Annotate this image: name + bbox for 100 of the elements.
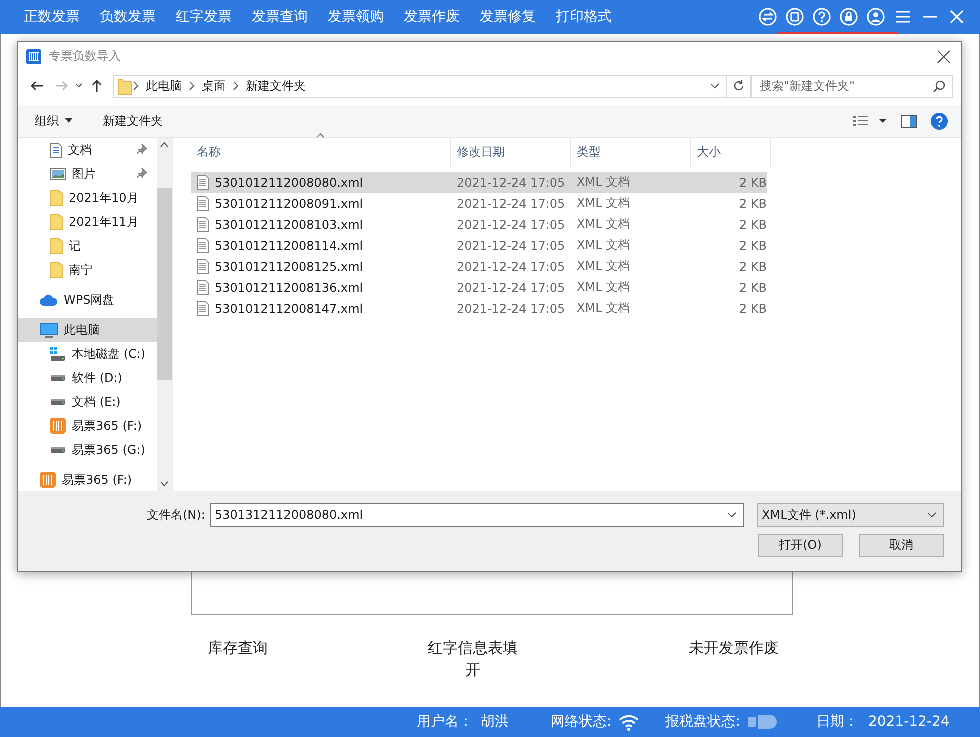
nav-item[interactable]: 本地磁盘 (C:) — [18, 342, 157, 366]
help-icon[interactable] — [813, 8, 831, 26]
file-type: XML 文档 — [576, 279, 632, 296]
chevron-icon — [188, 81, 196, 91]
menu-item[interactable]: 发票修复 — [480, 8, 556, 26]
help-icon[interactable] — [931, 112, 948, 130]
file-size: 2 KB — [738, 280, 767, 294]
view-list-icon[interactable] — [853, 115, 887, 127]
file-name: 5301012112008136.xml — [215, 280, 364, 294]
dropdown-icon[interactable] — [710, 81, 720, 91]
feature-label[interactable]: 库存查询 — [183, 637, 293, 681]
nav-item[interactable]: 易票365 (G:) — [18, 438, 157, 462]
toolbar-button[interactable]: 新建文件夹 — [103, 112, 163, 130]
sort-icon[interactable] — [316, 133, 325, 138]
file-type: XML 文档 — [576, 258, 632, 275]
nav-item[interactable]: 记 — [18, 234, 157, 258]
close-icon[interactable] — [937, 50, 951, 64]
chevron-icon — [132, 81, 140, 91]
folder-icon — [50, 214, 63, 230]
file-row[interactable]: 5301012112008147.xml 2021-12-24 17:05 XML 文档 2 KB — [191, 298, 767, 319]
drive-icon — [50, 398, 66, 406]
breadcrumb[interactable]: 此电脑 — [140, 78, 188, 94]
filename-label: 文件名(N): — [147, 506, 206, 524]
user-icon[interactable] — [867, 8, 885, 26]
filename-field[interactable]: 5301312112008080.xml — [210, 503, 744, 527]
file-row[interactable]: 5301012112008080.xml 2021-12-24 17:05 XML 文档 2 KB — [191, 172, 767, 193]
up-arrow-icon[interactable] — [90, 79, 104, 93]
nav-item[interactable]: 此电脑 — [18, 318, 157, 342]
menu-item[interactable]: 红字发票 — [176, 8, 252, 26]
scrollbar-thumb[interactable] — [157, 188, 172, 380]
search-icon — [933, 80, 946, 92]
feature-label[interactable]: 未开发票作废 — [679, 637, 789, 681]
nav-item[interactable]: 易票365 (F:) — [18, 414, 157, 438]
file-row[interactable]: 5301012112008136.xml 2021-12-24 17:05 XML 文档 2 KB — [191, 277, 767, 298]
pin-icon[interactable] — [137, 168, 147, 179]
column-header[interactable]: 修改日期 — [451, 138, 571, 167]
file-size: 2 KB — [738, 260, 767, 274]
open-button[interactable]: 打开(O) — [758, 534, 843, 557]
file-row[interactable]: 5301012112008103.xml 2021-12-24 17:05 XML 文档 2 KB — [191, 214, 767, 235]
file-row[interactable]: 5301012112008114.xml 2021-12-24 17:05 XML 文档 2 KB — [191, 235, 767, 256]
search-field[interactable]: 搜索"新建文件夹" — [751, 74, 953, 98]
chevron-icon — [232, 81, 240, 91]
close-icon[interactable] — [948, 8, 966, 26]
menu-icon[interactable] — [894, 8, 912, 26]
breadcrumb[interactable]: 新建文件夹 — [240, 78, 312, 94]
file-name: 5301012112008114.xml — [215, 238, 364, 252]
file-name: 5301012112008080.xml — [215, 176, 364, 190]
drive-icon — [50, 347, 66, 361]
file-row[interactable]: 5301012112008125.xml 2021-12-24 17:05 XML 文档 2 KB — [191, 256, 767, 277]
preview-pane-icon[interactable] — [901, 114, 917, 128]
cancel-button[interactable]: 取消 — [859, 534, 944, 557]
menu-item[interactable]: 发票查询 — [252, 8, 328, 26]
menu-item[interactable]: 正数发票 — [24, 8, 100, 26]
nav-item[interactable]: 易票365 (F:) — [18, 468, 157, 491]
nav-item[interactable]: 文档 (E:) — [18, 390, 157, 414]
file-size: 2 KB — [738, 176, 767, 190]
column-header[interactable]: 大小 — [691, 138, 771, 167]
nav-item[interactable]: WPS网盘 — [18, 288, 157, 312]
menu-item[interactable]: 发票作废 — [404, 8, 480, 26]
user-name: 胡洪 — [481, 713, 510, 731]
drive-icon — [50, 446, 66, 454]
back-arrow-icon[interactable] — [30, 79, 44, 93]
pin-icon[interactable] — [137, 144, 147, 155]
refresh-button[interactable] — [727, 74, 751, 98]
file-type: XML 文档 — [576, 174, 632, 191]
nav-item[interactable]: 2021年11月 — [18, 210, 157, 234]
nav-item[interactable]: 软件 (D:) — [18, 366, 157, 390]
nav-item[interactable]: 图片 — [18, 162, 157, 186]
dropdown-icon — [727, 512, 737, 518]
breadcrumb[interactable]: 桌面 — [196, 78, 232, 94]
toolbar-button[interactable]: 组织 — [35, 112, 73, 130]
cloud-icon — [40, 294, 58, 306]
feature-label[interactable]: 红字信息表填开 — [423, 637, 523, 681]
column-header[interactable]: 类型 — [571, 138, 691, 167]
app-icon — [26, 48, 42, 64]
file-type: XML 文档 — [576, 237, 632, 254]
picture-icon — [50, 168, 66, 180]
nav-item[interactable]: 文档 — [18, 138, 157, 162]
folder-icon — [50, 262, 63, 278]
file-type: XML 文档 — [576, 195, 632, 212]
nav-item[interactable]: 2021年10月 — [18, 186, 157, 210]
address-bar[interactable]: 此电脑 桌面 新建文件夹 — [113, 74, 727, 98]
folder-icon — [118, 78, 132, 94]
file-type-dropdown[interactable]: XML文件 (*.xml) — [757, 503, 944, 527]
menu-item[interactable]: 负数发票 — [100, 8, 176, 26]
folder-icon — [50, 190, 63, 206]
menu-item[interactable]: 发票领购 — [328, 8, 404, 26]
menu-item[interactable]: 打印格式 — [556, 8, 632, 26]
file-row[interactable]: 5301012112008091.xml 2021-12-24 17:05 XML 文档 2 KB — [191, 193, 767, 214]
service-icon[interactable] — [786, 8, 804, 26]
document-icon — [197, 196, 209, 211]
scroll-down-icon[interactable] — [160, 481, 169, 487]
column-header[interactable]: 名称 — [191, 138, 451, 167]
switch-icon[interactable] — [759, 8, 777, 26]
lock-icon[interactable] — [840, 8, 858, 26]
document-icon — [197, 301, 209, 316]
file-type: XML 文档 — [576, 300, 632, 317]
nav-item[interactable]: 南宁 — [18, 258, 157, 282]
file-date: 2021-12-24 17:05 — [456, 238, 566, 252]
scroll-up-icon[interactable] — [160, 142, 169, 148]
